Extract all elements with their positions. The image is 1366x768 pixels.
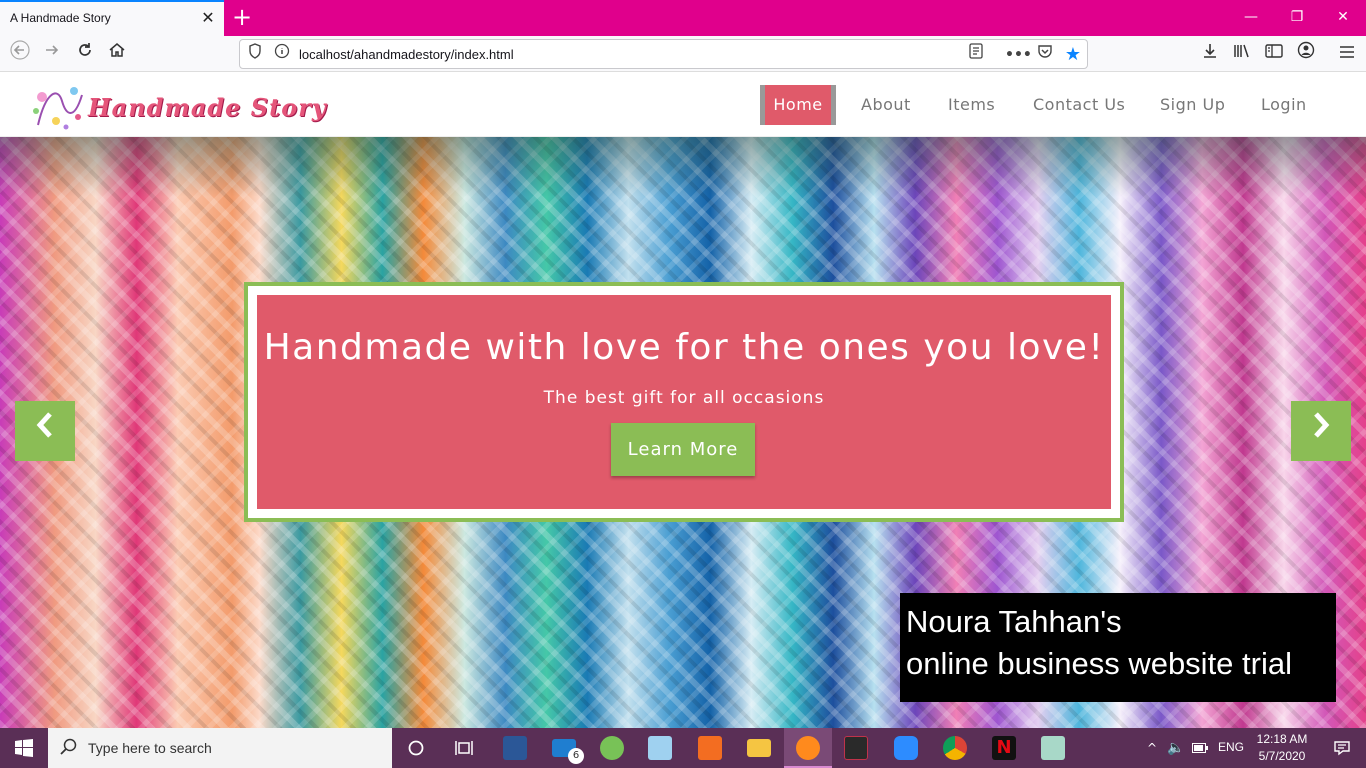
language-indicator[interactable]: ENG [1218,740,1244,754]
chrome-icon[interactable] [931,728,979,768]
file-explorer-icon[interactable] [735,728,783,768]
taskbar: Type here to search 6 N ^ 🔈 ENG 12:18 AM… [0,728,1366,768]
search-icon [60,738,78,760]
new-tab-button[interactable]: + [230,3,254,31]
hero-carousel: Handmade with love for the ones you love… [0,137,1366,728]
clock[interactable]: 12:18 AM 5/7/2020 [1250,731,1314,765]
mail-badge: 6 [568,748,584,764]
nav-home[interactable]: Home [760,85,836,125]
android-studio-icon[interactable] [588,728,636,768]
home-icon[interactable] [103,40,131,68]
hero-subtitle: The best gift for all occasions [543,388,825,408]
cortana-icon[interactable] [392,728,440,768]
reader-view-icon[interactable] [964,43,988,67]
carousel-caption: Handmade with love for the ones you love… [244,282,1124,522]
close-window-button[interactable]: ✕ [1320,0,1366,34]
netflix-icon[interactable]: N [980,728,1028,768]
info-icon[interactable] [270,43,294,67]
notifications-icon[interactable] [1318,728,1366,768]
reload-icon[interactable] [71,40,99,68]
zoom-icon[interactable] [882,728,930,768]
logo-text[interactable]: Handmade Story [88,93,327,122]
tab-close-icon[interactable]: ✕ [199,8,217,28]
start-button[interactable] [0,728,48,768]
learn-more-button[interactable]: Learn More [611,423,755,476]
nav-login[interactable]: Login [1261,85,1307,125]
clock-date: 5/7/2020 [1258,749,1306,763]
page-actions-icon[interactable]: ••• [1005,43,1032,67]
chevron-left-icon [35,412,55,447]
overlay-line-1: Noura Tahhan's [906,604,1122,639]
forward-icon[interactable] [38,40,66,68]
minimize-button[interactable]: — [1228,0,1274,34]
hero-shade [0,137,1366,197]
chevron-up-icon[interactable]: ^ [1140,728,1164,768]
nav-contact-us[interactable]: Contact Us [1033,85,1125,125]
browser-toolbar: localhost/ahandmadestory/index.html ••• … [0,36,1366,72]
volume-icon[interactable]: 🔈 [1164,728,1188,768]
chevron-right-icon [1311,412,1331,447]
nav-about[interactable]: About [861,85,911,125]
sidebar-icon[interactable] [1260,40,1288,68]
downloads-icon[interactable] [1196,40,1224,68]
taskbar-search[interactable]: Type here to search [48,728,392,768]
shield-icon[interactable] [243,43,267,67]
author-overlay: Noura Tahhan's online business website t… [900,593,1336,702]
logo-flower-icon[interactable] [28,81,88,133]
menu-icon[interactable] [1333,40,1361,68]
xampp-icon[interactable] [686,728,734,768]
firefox-icon[interactable] [784,728,832,768]
notes-app-icon[interactable] [1029,728,1077,768]
back-icon[interactable] [6,40,34,68]
url-text[interactable]: localhost/ahandmadestory/index.html [299,47,514,62]
hero-title: Handmade with love for the ones you love… [263,327,1105,368]
nav-items[interactable]: Items [948,85,995,125]
caption-panel: Handmade with love for the ones you love… [257,295,1111,509]
tab-title: A Handmade Story [10,11,111,25]
nav-sign-up[interactable]: Sign Up [1160,85,1225,125]
overlay-line-2: online business website trial [906,646,1292,681]
site-header: Handmade Story Home About Items Contact … [0,73,1366,137]
clock-time: 12:18 AM [1256,732,1308,746]
account-icon[interactable] [1292,40,1320,68]
browser-tab-strip: A Handmade Story ✕ + — ❐ ✕ [0,0,1366,36]
virtualbox-icon[interactable] [636,728,684,768]
bookmark-star-icon[interactable]: ★ [1061,43,1085,67]
battery-icon[interactable] [1188,728,1212,768]
game-app-icon[interactable] [832,728,880,768]
search-placeholder: Type here to search [88,740,212,756]
task-view-icon[interactable] [440,728,488,768]
library-icon[interactable] [1228,40,1256,68]
carousel-next-button[interactable] [1291,401,1351,461]
address-bar[interactable]: localhost/ahandmadestory/index.html ••• … [239,39,1088,69]
word-icon[interactable] [491,728,539,768]
carousel-prev-button[interactable] [15,401,75,461]
restore-button[interactable]: ❐ [1274,0,1320,34]
pocket-icon[interactable] [1033,43,1057,67]
browser-tab[interactable]: A Handmade Story ✕ [0,0,224,36]
